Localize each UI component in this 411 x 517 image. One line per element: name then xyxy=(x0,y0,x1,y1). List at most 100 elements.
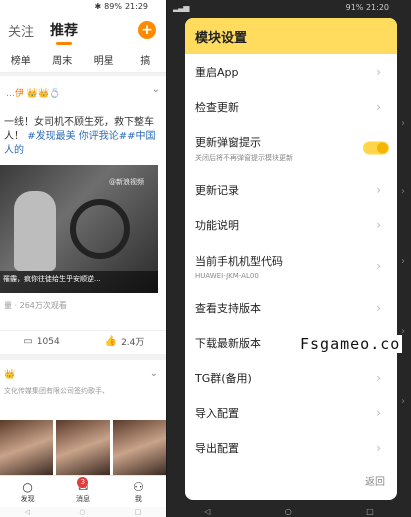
chevron-right-icon: › xyxy=(376,182,381,197)
chevron-right-icon: › xyxy=(376,405,381,420)
feed-post[interactable]: …伊 👑👑💍 ⌄ 一线！女司机不顾生死，救下整车人！ #发现最美 你评我论##中… xyxy=(0,76,166,354)
chevron-down-icon[interactable]: ⌄ xyxy=(150,368,158,379)
tab-follow[interactable]: 关注 xyxy=(8,21,34,40)
plus-icon[interactable]: + xyxy=(138,21,156,39)
item-label: 更新记录 xyxy=(195,183,239,197)
bg-chevron-icon: › xyxy=(401,186,405,197)
recents-icon[interactable]: □ xyxy=(135,508,142,516)
chevron-right-icon: › xyxy=(376,64,381,79)
driver-figure xyxy=(14,191,56,271)
bluetooth-icon: ✱ xyxy=(94,2,102,11)
chevron-right-icon: › xyxy=(376,370,381,385)
item-subtitle: HUAWEI-JKM-AL00 xyxy=(195,271,259,280)
tg-group-item[interactable]: TG群(备用) › xyxy=(185,360,397,395)
post-actions: ▭ 1054 👍 2.4万 xyxy=(0,330,166,352)
clock: 21:29 xyxy=(124,2,148,11)
nav-me[interactable]: ⚇ 我 xyxy=(111,476,166,507)
post2-desc: 文化传媒集团有限公司签约歌手、 xyxy=(4,387,109,395)
bg-chevron-icon: › xyxy=(401,256,405,267)
subtab-funny[interactable]: 搞 xyxy=(125,52,167,67)
chevron-down-icon[interactable]: ⌄ xyxy=(152,84,160,95)
item-label: 重启App xyxy=(195,65,239,79)
help-item[interactable]: 功能说明 › xyxy=(185,207,397,242)
system-nav-bar: ◁ ○ □ xyxy=(0,507,166,517)
top-tabs: 关注 推荐 + xyxy=(0,13,166,47)
item-label: 功能说明 xyxy=(195,218,239,232)
right-status-bar: ▂▃▅ 91% 21:20 xyxy=(167,0,411,14)
post-text: 一线！女司机不顾生死，救下整车人！ #发现最美 你评我论##中国人的 xyxy=(4,116,164,158)
comment-count: 1054 xyxy=(36,336,60,347)
like-button[interactable]: 👍 2.4万 xyxy=(83,335,166,348)
sub-tabs: 榜单 周末 明星 搞 xyxy=(0,47,166,73)
post2-username[interactable]: 👑 xyxy=(4,370,15,380)
search-icon: ○ xyxy=(22,479,33,494)
post-video[interactable]: @新浪视频 罹霾，疯你往徒给生乎安顺逆... xyxy=(0,165,158,293)
battery-level: 89% xyxy=(104,2,122,11)
post2-image[interactable] xyxy=(112,420,166,475)
bg-chevron-icon: › xyxy=(401,396,405,407)
like-count: 2.4万 xyxy=(121,338,145,348)
subtab-ranking[interactable]: 榜单 xyxy=(0,52,42,67)
thumbs-up-icon: 👍 xyxy=(104,336,118,347)
check-update-item[interactable]: 检查更新 › xyxy=(185,89,397,124)
dialog-title: 模块设置 xyxy=(185,18,397,54)
nav-messages[interactable]: ✉ 3 消息 xyxy=(55,476,110,507)
site-watermark: Fsgameo.co xyxy=(298,335,403,353)
video-caption: 罹霾，疯你往徒给生乎安顺逆... xyxy=(0,271,158,293)
comment-button[interactable]: ▭ 1054 xyxy=(0,336,83,347)
subtab-weekend[interactable]: 周末 xyxy=(42,52,84,67)
video-watermark: @新浪视频 xyxy=(109,178,144,186)
view-count: 量 · 264万次观看 xyxy=(4,301,67,310)
device-model-item[interactable]: 当前手机机型代码 HUAWEI-JKM-AL00 › xyxy=(185,242,397,290)
chevron-right-icon: › xyxy=(376,300,381,315)
weibo-panel: ✱ 89% 21:29 关注 推荐 + 榜单 周末 明星 搞 …伊 👑👑💍 ⌄ … xyxy=(0,0,166,517)
chevron-right-icon: › xyxy=(376,259,381,273)
feed-post-2[interactable]: 👑 ⌄ 文化传媒集团有限公司签约歌手、 xyxy=(0,360,166,475)
settings-panel: ▂▃▅ 91% 21:20 › › › › › 模块设置 重启App › 检查更… xyxy=(167,0,411,517)
item-label: 查看支持版本 xyxy=(195,301,261,315)
update-popup-toggle[interactable] xyxy=(363,141,389,155)
battery-level: 91% xyxy=(345,2,364,12)
supported-versions-item[interactable]: 查看支持版本 › xyxy=(185,290,397,325)
post2-images xyxy=(0,420,166,475)
person-icon: ⚇ xyxy=(132,479,144,494)
nav-me-label: 我 xyxy=(134,494,142,503)
subtab-star[interactable]: 明星 xyxy=(83,52,125,67)
bg-chevron-icon: › xyxy=(401,118,405,129)
update-popup-item[interactable]: 更新弹窗提示 关闭后将不再弹窗提示模块更新 xyxy=(185,124,397,172)
chevron-right-icon: › xyxy=(376,217,381,232)
back-button[interactable]: 返回 xyxy=(365,473,385,488)
bottom-nav: ○ 发现 ✉ 3 消息 ⚇ 我 xyxy=(0,475,166,507)
back-icon[interactable]: ◁ xyxy=(204,507,210,516)
item-label: 导出配置 xyxy=(195,441,239,455)
post2-image[interactable] xyxy=(56,420,110,475)
chevron-right-icon: › xyxy=(376,440,381,455)
tab-recommend[interactable]: 推荐 xyxy=(50,20,78,45)
home-icon[interactable]: ○ xyxy=(79,508,85,516)
item-label: 导入配置 xyxy=(195,406,239,420)
nav-discover[interactable]: ○ 发现 xyxy=(0,476,55,507)
steering-wheel xyxy=(70,199,130,259)
left-status-bar: ✱ 89% 21:29 xyxy=(0,0,166,13)
changelog-item[interactable]: 更新记录 › xyxy=(185,172,397,207)
signal-icon: ▂▃▅ xyxy=(173,2,190,12)
item-label: TG群(备用) xyxy=(195,371,252,385)
nav-messages-label: 消息 xyxy=(75,494,90,503)
restart-app-item[interactable]: 重启App › xyxy=(185,54,397,89)
item-label: 检查更新 xyxy=(195,100,239,114)
comment-icon: ▭ xyxy=(23,336,33,347)
export-config-item[interactable]: 导出配置 › xyxy=(185,430,397,465)
nav-discover-label: 发现 xyxy=(20,494,35,503)
system-nav-bar: ◁ ○ □ xyxy=(167,505,411,517)
recents-icon[interactable]: □ xyxy=(366,507,374,516)
import-config-item[interactable]: 导入配置 › xyxy=(185,395,397,430)
post2-image[interactable] xyxy=(0,420,54,475)
clock: 21:20 xyxy=(365,2,389,12)
post-username[interactable]: …伊 👑👑💍 xyxy=(6,86,60,99)
item-label: 当前手机机型代码 xyxy=(195,254,283,268)
status-right: 91% 21:20 xyxy=(346,3,389,12)
back-icon[interactable]: ◁ xyxy=(25,508,30,516)
post-hashtags[interactable]: #发现最美 你评我论##中国人的 xyxy=(4,131,156,156)
module-settings-dialog: 模块设置 重启App › 检查更新 › 更新弹窗提示 关闭后将不再弹窗提示模块更… xyxy=(185,18,397,500)
home-icon[interactable]: ○ xyxy=(285,507,292,516)
